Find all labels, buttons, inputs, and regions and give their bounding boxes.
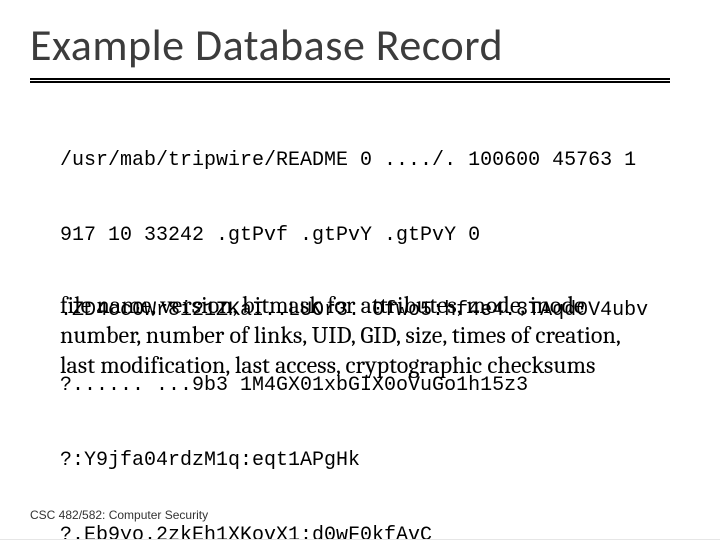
page-title: Example Database Record [30,22,690,74]
description-text: file name, version, bitmask for attribut… [60,290,660,380]
title-underline [30,78,670,83]
slide: Example Database Record /usr/mab/tripwir… [0,0,720,540]
code-line: 917 10 33242 .gtPvf .gtPvY .gtPvY 0 [60,223,660,248]
code-line: ?.Eb9yo.2zkEh1XKovX1:d0wF0kfAvC [60,523,660,540]
footer-text: CSC 482/582: Computer Security [30,508,208,522]
code-line: ?:Y9jfa04rdzM1q:eqt1APgHk [60,448,660,473]
title-block: Example Database Record [30,22,690,83]
code-line: /usr/mab/tripwire/README 0 ..../. 100600… [60,148,660,173]
